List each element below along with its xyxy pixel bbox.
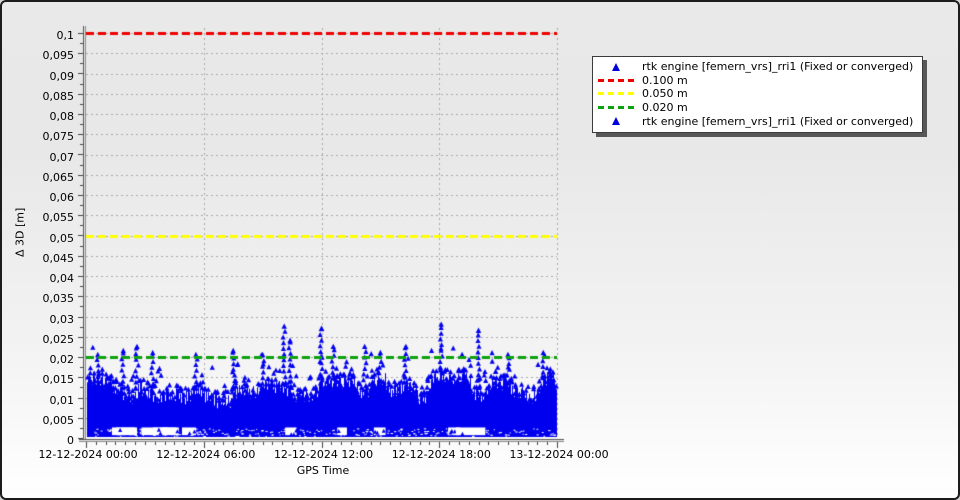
legend-triangle-marker-icon <box>598 117 634 126</box>
y-tick-label: 0,065 <box>42 170 75 184</box>
legend-item: rtk engine [femern_vrs]_rri1 (Fixed or c… <box>598 114 913 128</box>
y-tick-label: 0,08 <box>49 110 75 123</box>
legend-item: 0.020 m <box>598 101 913 115</box>
x-tick-label: 12-12-2024 00:00 <box>38 448 138 461</box>
y-tick-label: 0,015 <box>42 373 75 387</box>
x-tick-label: 12-12-2024 06:00 <box>156 448 256 461</box>
legend-item: 0.050 m <box>598 87 913 101</box>
dashed-line-sample <box>598 92 634 96</box>
legend-item: 0.100 m <box>598 74 913 88</box>
y-tick-label: 0 <box>67 434 74 447</box>
y-tick-label: 0,085 <box>42 89 75 103</box>
y-tick-label: 0,04 <box>49 272 75 285</box>
y-tick-label: 0,045 <box>42 251 75 265</box>
chart-panel: Δ 3D [m] GPS Time 0,1 0,095 0,09 0,085 0,08 0… <box>0 0 960 500</box>
y-tick-label: 0,01 <box>49 393 75 407</box>
legend-dashed-line-icon <box>598 106 634 110</box>
legend-item-label: rtk engine [femern_vrs]_rri1 (Fixed or c… <box>642 114 914 128</box>
triangle-up-icon <box>612 117 620 126</box>
legend-dashed-line-icon <box>598 78 634 82</box>
x-axis-title: GPS Time <box>296 464 350 477</box>
y-tick-label: 0,09 <box>49 69 75 83</box>
x-tick-label: 12-12-2024 12:00 <box>273 448 374 461</box>
dashed-line-sample <box>598 78 634 82</box>
x-tick-label: 12-12-2024 18:00 <box>391 448 491 461</box>
y-tick-label: 0,025 <box>42 332 75 346</box>
y-tick-label: 0,055 <box>42 211 75 225</box>
y-tick-label: 0,035 <box>42 292 75 306</box>
legend-item-label: 0.050 m <box>642 87 688 101</box>
x-tick-label: 13-12-2024 00:00 <box>509 448 609 461</box>
triangle-up-icon <box>612 62 620 71</box>
legend-item-label: rtk engine [femern_vrs]_rri1 (Fixed or c… <box>642 60 914 74</box>
y-tick-label: 0,095 <box>42 49 75 63</box>
y-tick-label: 0,075 <box>42 130 75 144</box>
y-tick-label: 0,005 <box>42 413 75 427</box>
dashed-line-sample <box>598 106 634 110</box>
y-tick-label: 0,1 <box>56 29 75 42</box>
legend-triangle-marker-icon <box>598 62 634 71</box>
legend-dashed-line-icon <box>598 92 634 96</box>
y-tick-label: 0,05 <box>49 231 75 245</box>
y-tick-label: 0,02 <box>49 353 75 366</box>
legend-item-label: 0.100 m <box>642 73 688 87</box>
legend-item-label: 0.020 m <box>642 101 688 115</box>
y-tick-label: 0,07 <box>49 150 75 164</box>
y-tick-label: 0,03 <box>49 312 75 326</box>
legend-box[interactable]: rtk engine [femern_vrs]_rri1 (Fixed or c… <box>592 56 924 133</box>
y-tick-label: 0,06 <box>49 191 75 204</box>
legend-item: rtk engine [femern_vrs]_rri1 (Fixed or c… <box>598 60 913 74</box>
